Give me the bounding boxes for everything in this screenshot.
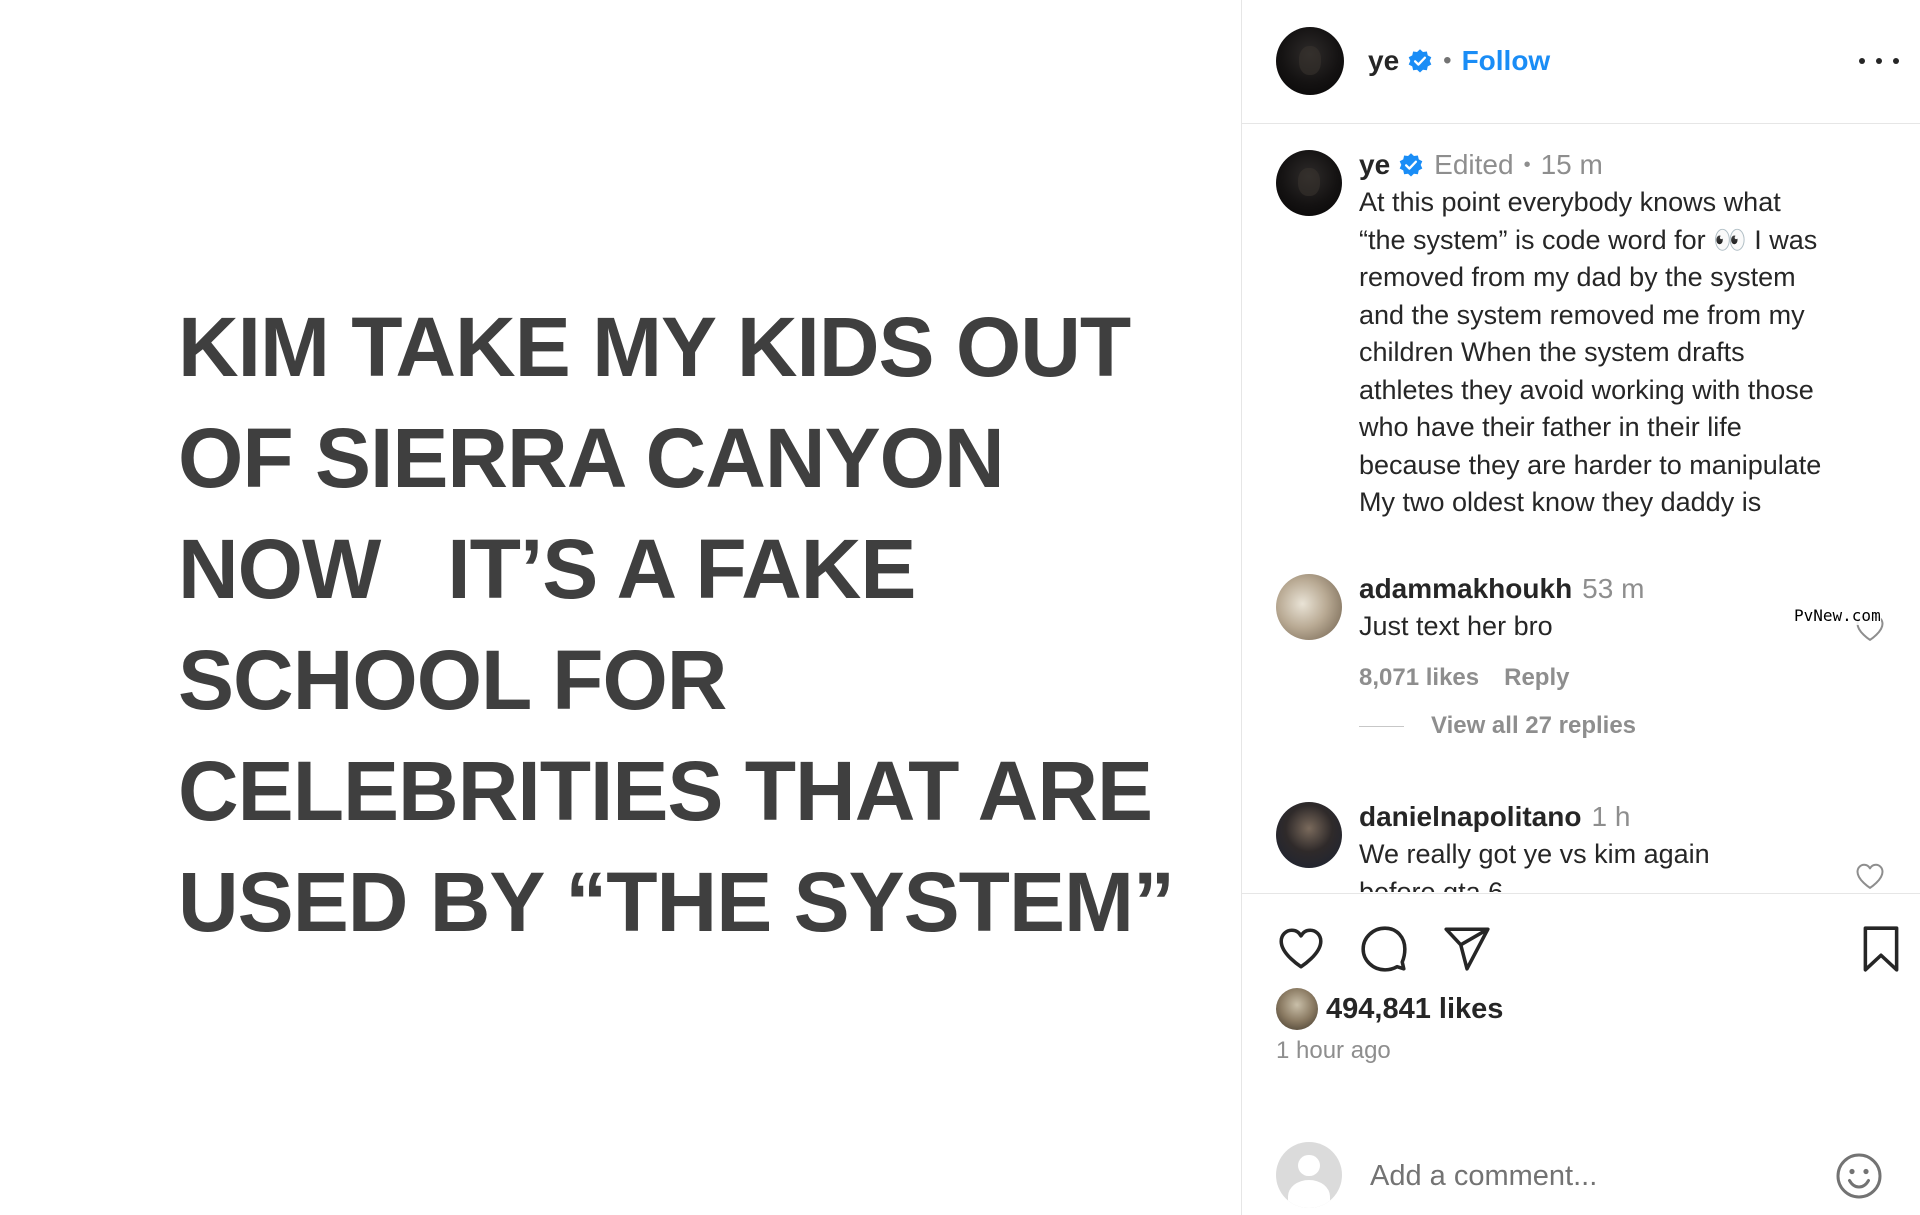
comment-head: adammakhoukh 53 m (1359, 572, 1889, 606)
post-text-line: KIM TAKE MY KIDS OUT (178, 300, 1131, 394)
comment-text: We really got ye vs kim again before gta… (1359, 836, 1889, 892)
share-icon[interactable] (1442, 924, 1492, 974)
comment-text-line: We really got ye vs kim again (1359, 839, 1710, 869)
reply-button[interactable]: Reply (1504, 664, 1569, 692)
post-text-line: USED BY “THE SYSTEM” (178, 855, 1175, 949)
commenter-username[interactable]: adammakhoukh (1359, 573, 1572, 605)
commenter-avatar[interactable] (1276, 802, 1342, 868)
more-dot (1876, 58, 1882, 64)
caption-line: “the system” is code word for 👀 I was (1359, 224, 1818, 255)
author-info: ye • Follow (1368, 42, 1550, 80)
watermark: PvNew.com (1794, 606, 1881, 625)
comment-text-line: before gta 6 (1359, 876, 1504, 893)
post-image-text: KIM TAKE MY KIDS OUT OF SIERRA CANYON NO… (178, 292, 1178, 958)
view-replies-label: View all 27 replies (1431, 712, 1637, 739)
caption-head: ye Edited • 15 m (1359, 148, 1889, 182)
current-user-avatar (1276, 1142, 1342, 1208)
edited-label: Edited (1434, 149, 1514, 180)
comments-list[interactable]: ye Edited • 15 m At this point everybody… (1242, 124, 1920, 892)
caption-username[interactable]: ye (1359, 149, 1390, 181)
caption-line: children When the system drafts (1359, 337, 1745, 367)
replies-divider (1359, 725, 1404, 727)
caption-line: because they are harder to manipulate (1359, 449, 1822, 480)
comment-likes[interactable]: 8,071 likes (1359, 664, 1479, 692)
caption-text: At this point everybody knows what “the … (1359, 184, 1889, 522)
comment-time[interactable]: 1 h (1591, 801, 1630, 833)
post-text-line: SCHOOL FOR (178, 633, 727, 727)
commenter-avatar[interactable] (1276, 574, 1342, 640)
author-avatar[interactable] (1276, 27, 1344, 95)
more-dot (1859, 58, 1865, 64)
liker-avatar[interactable] (1276, 988, 1318, 1030)
author-username[interactable]: ye (1368, 45, 1399, 77)
more-dot (1893, 58, 1899, 64)
commenter-username[interactable]: danielnapolitano (1359, 801, 1581, 833)
post-text-line: OF SIERRA CANYON (178, 411, 1005, 505)
caption-avatar[interactable] (1276, 150, 1342, 216)
caption-line: athletes they avoid working with those (1359, 374, 1814, 405)
instagram-post-view: KIM TAKE MY KIDS OUT OF SIERRA CANYON NO… (0, 0, 1920, 1215)
add-comment-bar (1242, 1124, 1920, 1215)
comment-time[interactable]: 53 m (1582, 573, 1644, 605)
post-actions: 494,841 likes 1 hour ago (1242, 893, 1920, 1215)
verified-badge-icon (1399, 153, 1423, 177)
caption-body: ye Edited • 15 m At this point everybody… (1359, 148, 1889, 522)
separator-dot: • (1443, 47, 1452, 74)
follow-button[interactable]: Follow (1462, 45, 1551, 77)
emoji-icon[interactable] (1835, 1152, 1883, 1200)
post-image[interactable]: KIM TAKE MY KIDS OUT OF SIERRA CANYON NO… (0, 0, 1241, 1215)
post-header: ye • Follow (1242, 0, 1920, 124)
post-timestamp[interactable]: 1 hour ago (1276, 1037, 1391, 1065)
comment-body: adammakhoukh 53 m Just text her bro 8,07… (1359, 572, 1889, 692)
heart-icon[interactable] (1276, 924, 1326, 974)
post-text-line: NOW IT’S A FAKE (178, 522, 916, 616)
caption-time[interactable]: 15 m (1541, 149, 1603, 181)
comment-body: danielnapolitano 1 h We really got ye vs… (1359, 800, 1889, 892)
caption-line: removed from my dad by the system (1359, 262, 1796, 292)
likes-row: 494,841 likes (1276, 988, 1503, 1030)
add-comment-input[interactable] (1368, 1152, 1802, 1200)
post-text-line: CELEBRITIES THAT ARE (178, 744, 1153, 838)
likes-count[interactable]: 494,841 likes (1326, 993, 1503, 1026)
caption-line: At this point everybody knows what (1359, 187, 1781, 217)
comment-actions: 8,071 likes Reply (1359, 664, 1889, 692)
caption-line: who have their father in their life (1359, 412, 1742, 442)
like-comment-heart-icon[interactable] (1855, 862, 1885, 890)
more-options-icon[interactable] (1859, 46, 1899, 76)
caption-line: and the system removed me from my (1359, 299, 1805, 330)
bookmark-icon[interactable] (1856, 924, 1906, 974)
caption-line: My two oldest know they daddy is (1359, 487, 1762, 517)
verified-badge-icon (1408, 49, 1432, 73)
view-replies-button[interactable]: View all 27 replies (1359, 712, 1636, 740)
comment-head: danielnapolitano 1 h (1359, 800, 1889, 834)
comment-icon[interactable] (1359, 924, 1409, 974)
separator-dot: • (1523, 153, 1531, 176)
